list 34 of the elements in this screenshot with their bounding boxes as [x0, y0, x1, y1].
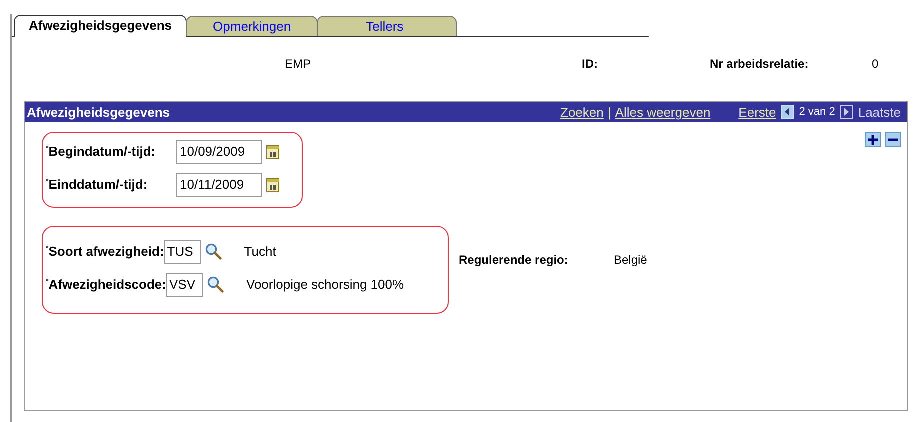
calendar-icon[interactable]	[266, 144, 280, 160]
first-link[interactable]: Eerste	[738, 104, 776, 120]
code-description: Tucht	[244, 244, 276, 259]
tab[interactable]: Opmerkingen	[186, 16, 318, 36]
link-separator: |	[608, 104, 612, 120]
field-label: $^{*}$Afwezigheidscode:	[46, 277, 166, 292]
field-label: $^{*}$Soort afwezigheid:	[46, 244, 164, 259]
region-value: België	[614, 253, 648, 267]
plus-icon	[868, 134, 878, 144]
previous-icon[interactable]	[781, 105, 794, 119]
calendar-icon[interactable]	[266, 176, 280, 192]
search-link[interactable]: Zoeken	[560, 104, 604, 120]
code-description: Voorlopige schorsing 100%	[246, 277, 404, 292]
date-field[interactable]: 10/09/2009	[176, 140, 262, 164]
tab[interactable]: Tellers	[317, 16, 457, 36]
code-field[interactable]: VSV	[166, 272, 204, 296]
code-field[interactable]: TUS	[164, 240, 202, 264]
show-all-link[interactable]: Alles weergeven	[615, 104, 711, 120]
date-field[interactable]: 10/11/2009	[176, 172, 262, 196]
next-icon[interactable]	[840, 105, 854, 119]
relation-value: 0	[872, 57, 880, 73]
search-icon[interactable]	[207, 276, 224, 293]
field-label: $^{*}$Begindatum/-tijd:	[46, 144, 157, 159]
region-label: Regulerende regio:	[459, 253, 570, 267]
delete-row-button[interactable]	[885, 132, 901, 147]
search-icon[interactable]	[205, 243, 222, 260]
relation-label: Nr arbeidsrelatie:	[710, 57, 810, 73]
page-position: 2 van 2	[799, 106, 836, 118]
tab[interactable]: Afwezigheidsgegevens	[14, 15, 188, 37]
panel-title: Afwezigheidsgegevens	[27, 104, 172, 120]
id-label: ID:	[582, 57, 599, 73]
add-row-button[interactable]	[865, 132, 881, 147]
employee-value: EMP	[285, 57, 312, 73]
field-label: $^{*}$Einddatum/-tijd:	[46, 177, 149, 192]
